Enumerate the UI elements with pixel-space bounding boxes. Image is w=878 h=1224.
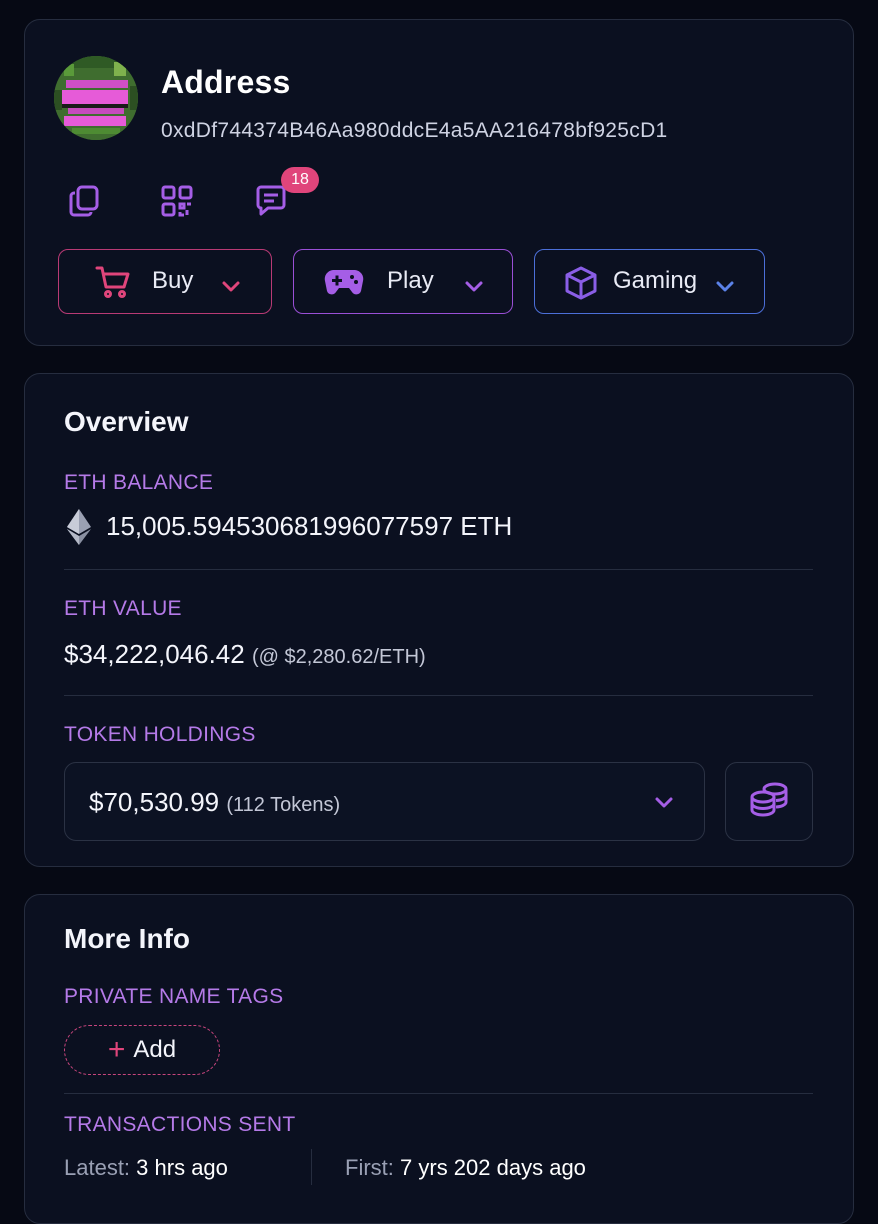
divider (311, 1149, 312, 1185)
cube-icon (564, 266, 598, 307)
chevron-down-icon (464, 272, 484, 300)
chevron-down-icon (654, 795, 674, 814)
eth-value-label: ETH VALUE (64, 597, 182, 620)
eth-value-row: $34,222,046.42 (@ $2,280.62/ETH) (64, 639, 426, 670)
plus-icon: + (107, 1033, 126, 1066)
add-label: Add (133, 1036, 177, 1063)
divider (64, 569, 813, 570)
eth-price-note: (@ $2,280.62/ETH) (251, 646, 426, 668)
gaming-button[interactable]: Gaming (534, 249, 765, 314)
add-name-tag-button[interactable]: + Add (64, 1025, 220, 1075)
overview-card: Overview ETH BALANCE 15,005.594530681996… (24, 373, 854, 867)
latest-value[interactable]: 3 hrs ago (136, 1155, 228, 1180)
divider (64, 695, 813, 696)
more-info-title: More Info (64, 923, 190, 954)
chevron-down-icon (715, 272, 735, 300)
latest-label: Latest: (64, 1155, 131, 1180)
token-holdings-row: $70,530.99 (112 Tokens) (89, 787, 340, 818)
overview-title: Overview (64, 406, 189, 437)
ethereum-icon (67, 509, 91, 550)
eth-value-amount: $34,222,046.42 (64, 639, 245, 669)
more-info-card: More Info PRIVATE NAME TAGS + Add TRANSA… (24, 894, 854, 1224)
tx-latest: Latest: 3 hrs ago (64, 1155, 228, 1181)
qr-code-icon[interactable] (158, 182, 196, 220)
chevron-down-icon (221, 272, 241, 300)
address-card: Address 0xdDf744374B46Aa980ddcE4a5AA2164… (24, 19, 854, 346)
copy-icon[interactable] (66, 182, 104, 220)
buy-label: Buy (152, 267, 194, 294)
transactions-sent-label: TRANSACTIONS SENT (64, 1113, 296, 1136)
first-value[interactable]: 7 yrs 202 days ago (400, 1155, 586, 1180)
address-hash[interactable]: 0xdDf744374B46Aa980ddcE4a5AA216478bf925c… (161, 119, 668, 143)
first-label: First: (345, 1155, 394, 1180)
avatar (54, 56, 138, 140)
coins-icon (749, 781, 789, 822)
gamepad-icon (323, 267, 365, 304)
token-holdings-label: TOKEN HOLDINGS (64, 723, 256, 746)
private-name-tags-label: PRIVATE NAME TAGS (64, 985, 284, 1008)
comment-count-badge: 18 (281, 167, 319, 193)
play-button[interactable]: Play (293, 249, 513, 314)
tx-first: First: 7 yrs 202 days ago (345, 1155, 586, 1181)
token-holdings-value: $70,530.99 (89, 787, 220, 817)
gaming-label: Gaming (613, 267, 698, 294)
token-holdings-dropdown[interactable]: $70,530.99 (112 Tokens) (64, 762, 705, 841)
eth-balance-value: 15,005.59453068199607759​7 ETH (106, 511, 513, 541)
buy-button[interactable]: Buy (58, 249, 272, 314)
divider (64, 1093, 813, 1094)
token-count: (112 Tokens) (226, 794, 341, 816)
address-title: Address (161, 64, 291, 100)
play-label: Play (387, 267, 434, 294)
cart-icon (95, 265, 131, 306)
token-coins-button[interactable] (725, 762, 813, 841)
eth-balance-label: ETH BALANCE (64, 471, 214, 494)
